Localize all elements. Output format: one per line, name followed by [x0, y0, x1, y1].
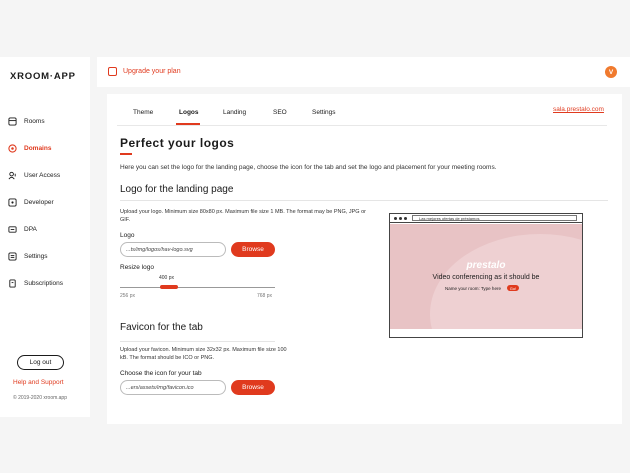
landing-logo-description: Upload your logo. Minimum size 80x80 px.… [120, 209, 366, 223]
resize-min: 256 px [120, 293, 136, 299]
avatar[interactable]: V [605, 66, 617, 78]
upgrade-icon[interactable] [108, 67, 117, 76]
sidebar-item-developer[interactable]: Developer [8, 195, 54, 209]
preview-canvas: prestalo Video conferencing as it should… [390, 224, 582, 329]
title-accent [120, 153, 132, 155]
tab-seo[interactable]: SEO [273, 109, 287, 116]
section-divider [120, 200, 608, 201]
copyright: © 2019-2020 xroom.app [13, 395, 67, 401]
sidebar-item-domains[interactable]: Domains [8, 141, 51, 155]
domains-icon [8, 143, 17, 153]
sidebar-item-label: Rooms [24, 117, 45, 125]
resize-slider[interactable] [120, 287, 275, 288]
window-dot-icon [404, 217, 407, 220]
favicon-browse-button[interactable]: Browse [231, 380, 275, 395]
sidebar-item-user-access[interactable]: User Access [8, 168, 60, 182]
developer-icon [8, 197, 17, 207]
sidebar-item-label: Settings [24, 252, 48, 260]
logout-button[interactable]: Log out [17, 355, 64, 370]
preview-background-shape [430, 234, 582, 329]
domain-link[interactable]: sala.prestalo.com [553, 106, 604, 113]
sidebar-item-label: User Access [24, 171, 61, 179]
section-divider [120, 341, 275, 342]
landing-preview: Las mejores ofertas de préstamos prestal… [389, 213, 583, 338]
main-panel: Theme Logos Landing SEO Settings sala.pr… [107, 94, 622, 424]
tab-theme[interactable]: Theme [133, 109, 153, 116]
user-access-icon [8, 171, 17, 180]
page-title: Perfect your logos [120, 136, 235, 150]
preview-go-button: Go! [507, 285, 519, 291]
subscriptions-icon [8, 278, 17, 288]
upgrade-plan-link[interactable]: Upgrade your plan [123, 68, 181, 75]
sidebar-item-label: DPA [24, 225, 37, 233]
app-logo[interactable]: XROOM·APP [10, 71, 76, 82]
favicon-file-field[interactable]: ...ers/assets/img/favicon.ico [120, 380, 226, 395]
preview-logo: prestalo [466, 260, 506, 271]
window-dot-icon [394, 217, 397, 220]
sidebar-item-rooms[interactable]: Rooms [8, 114, 45, 128]
tab-bar: Theme Logos Landing SEO Settings sala.pr… [107, 94, 622, 126]
landing-logo-heading: Logo for the landing page [120, 184, 234, 195]
tab-logos[interactable]: Logos [179, 109, 199, 116]
resize-logo-label: Resize logo [120, 264, 154, 271]
preview-footer [390, 329, 582, 337]
preview-room-prompt: Name your room: Type here [445, 286, 501, 291]
help-link[interactable]: Help and Support [13, 379, 64, 386]
preview-browser-bar: Las mejores ofertas de préstamos [390, 214, 582, 223]
sidebar-item-label: Subscriptions [24, 279, 64, 287]
preview-tagline: Video conferencing as it should be [432, 274, 540, 281]
logo-file-field[interactable]: ...ts/img/logos/hav-logo.svg [120, 242, 226, 257]
favicon-heading: Favicon for the tab [120, 322, 203, 333]
tab-landing[interactable]: Landing [223, 109, 246, 116]
settings-icon [8, 251, 17, 261]
dpa-icon [8, 225, 17, 234]
preview-url: Las mejores ofertas de préstamos [412, 215, 577, 221]
topbar: Upgrade your plan V [97, 57, 630, 87]
logo-field-label: Logo [120, 232, 135, 239]
rooms-icon [8, 116, 17, 126]
favicon-description: Upload your favicon. Minimum size 32x32 … [120, 347, 287, 361]
intro-text: Here you can set the logo for the landin… [120, 164, 497, 171]
logo-browse-button[interactable]: Browse [231, 242, 275, 257]
sidebar-item-settings[interactable]: Settings [8, 249, 48, 263]
tab-divider [117, 125, 607, 126]
sidebar: XROOM·APP Rooms Domains User Access Deve… [0, 57, 90, 417]
sidebar-item-label: Domains [24, 144, 52, 152]
tab-settings[interactable]: Settings [312, 109, 336, 116]
sidebar-item-label: Developer [24, 198, 54, 206]
resize-value: 400 px [159, 275, 175, 281]
favicon-field-label: Choose the icon for your tab [120, 370, 202, 377]
sidebar-item-subscriptions[interactable]: Subscriptions [8, 276, 63, 290]
window-dot-icon [399, 217, 402, 220]
resize-slider-handle[interactable] [160, 285, 178, 289]
resize-max: 768 px [257, 293, 273, 299]
sidebar-item-dpa[interactable]: DPA [8, 222, 37, 236]
